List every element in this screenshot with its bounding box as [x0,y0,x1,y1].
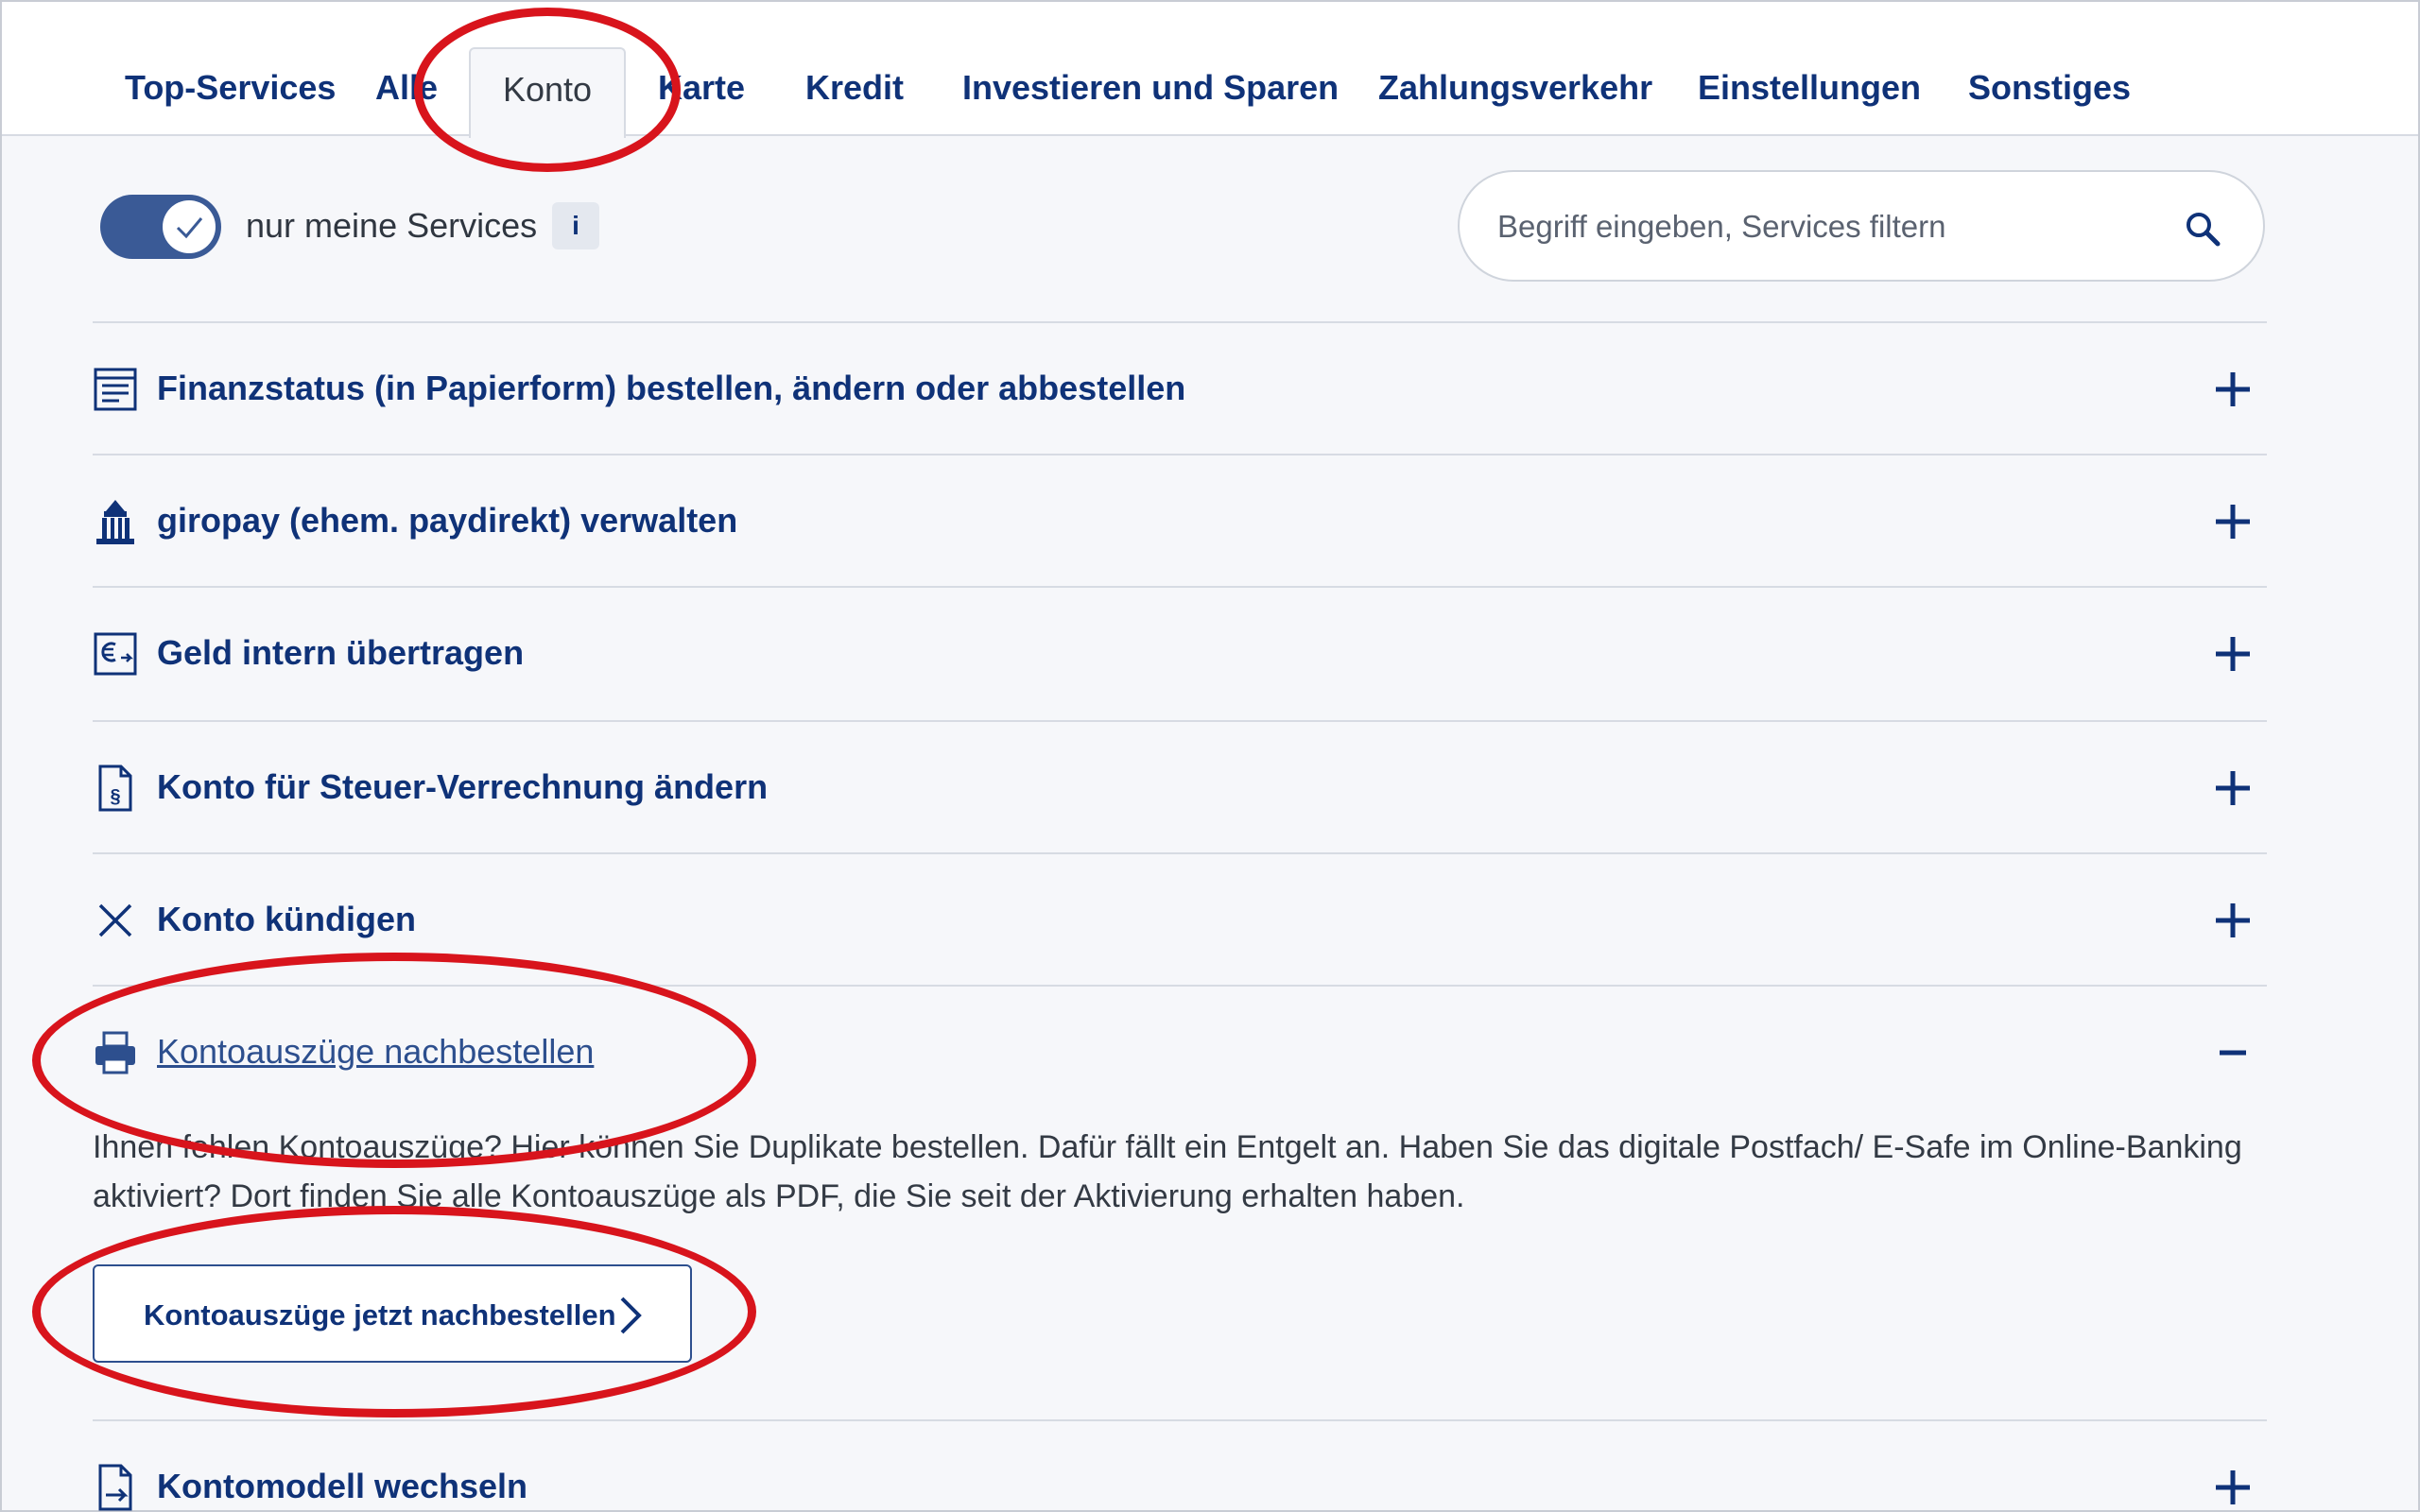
check-icon [176,217,203,239]
chevron-right-icon [620,1297,642,1334]
service-search [1458,170,2265,282]
search-input[interactable] [1497,202,2159,251]
bank-building-icon [96,500,134,544]
service-label[interactable]: Kontoauszüge nachbestellen [157,1032,594,1072]
service-row-geld-intern[interactable]: Geld intern übertragen [93,588,2267,720]
plus-icon[interactable] [2212,900,2254,941]
tab-alle[interactable]: Alle [375,68,438,108]
order-statements-button-label: Kontoauszüge jetzt nachbestellen [144,1298,616,1332]
service-row-konto-kuendigen[interactable]: Konto kündigen [93,854,2267,987]
tab-bar: Top-Services Alle Konto Karte Kredit Inv… [2,2,2418,138]
toggle-label: nur meine Services [246,206,538,245]
euro-transfer-icon [94,632,137,676]
tab-einstellungen[interactable]: Einstellungen [1698,68,1921,108]
plus-icon[interactable] [2212,1467,2254,1508]
services-page: Top-Services Alle Konto Karte Kredit Inv… [0,0,2420,1512]
svg-text:§: § [110,786,120,807]
service-label: Geld intern übertragen [157,633,525,672]
service-label: Kontomodell wechseln [157,1467,528,1505]
service-label: Konto kündigen [157,900,416,938]
info-button[interactable]: i [552,202,599,249]
tab-kredit[interactable]: Kredit [805,68,904,108]
tab-konto[interactable]: Konto [469,47,626,138]
tab-konto-label: Konto [502,70,593,109]
service-label: giropay (ehem. paydirekt) verwalten [157,501,738,540]
my-services-toggle[interactable] [100,195,221,259]
plus-icon[interactable] [2212,369,2254,410]
document-list-icon [94,368,137,411]
tab-karte[interactable]: Karte [658,68,745,108]
tab-zahlungsverkehr[interactable]: Zahlungsverkehr [1378,68,1652,108]
service-label: Konto für Steuer-Verrechnung ändern [157,767,769,806]
search-icon[interactable] [2184,210,2221,248]
plus-icon[interactable] [2212,633,2254,675]
service-label: Finanzstatus (in Papierform) bestellen, … [157,369,1186,407]
tab-investieren-und-sparen[interactable]: Investieren und Sparen [962,68,1339,108]
close-x-icon [98,903,132,937]
service-row-giropay[interactable]: giropay (ehem. paydirekt) verwalten [93,455,2267,588]
tax-document-icon: § [98,765,132,812]
tab-sonstiges[interactable]: Sonstiges [1968,68,2131,108]
printer-icon [95,1031,135,1074]
service-description: Ihnen fehlen Kontoauszüge? Hier können S… [93,1129,2242,1214]
plus-icon[interactable] [2212,501,2254,542]
service-row-steuer-verrechnung[interactable]: § Konto für Steuer-Verrechnung ändern [93,722,2267,854]
minus-icon[interactable] [2212,1032,2254,1074]
toggle-knob [163,200,216,253]
tab-top-services[interactable]: Top-Services [125,68,336,108]
service-row-kontoauszuege[interactable]: Kontoauszüge nachbestellen [93,987,2267,1119]
document-arrow-icon [98,1464,132,1511]
plus-icon[interactable] [2212,767,2254,809]
service-row-kontomodell[interactable]: Kontomodell wechseln [93,1421,2267,1512]
service-row-finanzstatus[interactable]: Finanzstatus (in Papierform) bestellen, … [93,323,2267,455]
order-statements-button[interactable]: Kontoauszüge jetzt nachbestellen [93,1264,692,1363]
